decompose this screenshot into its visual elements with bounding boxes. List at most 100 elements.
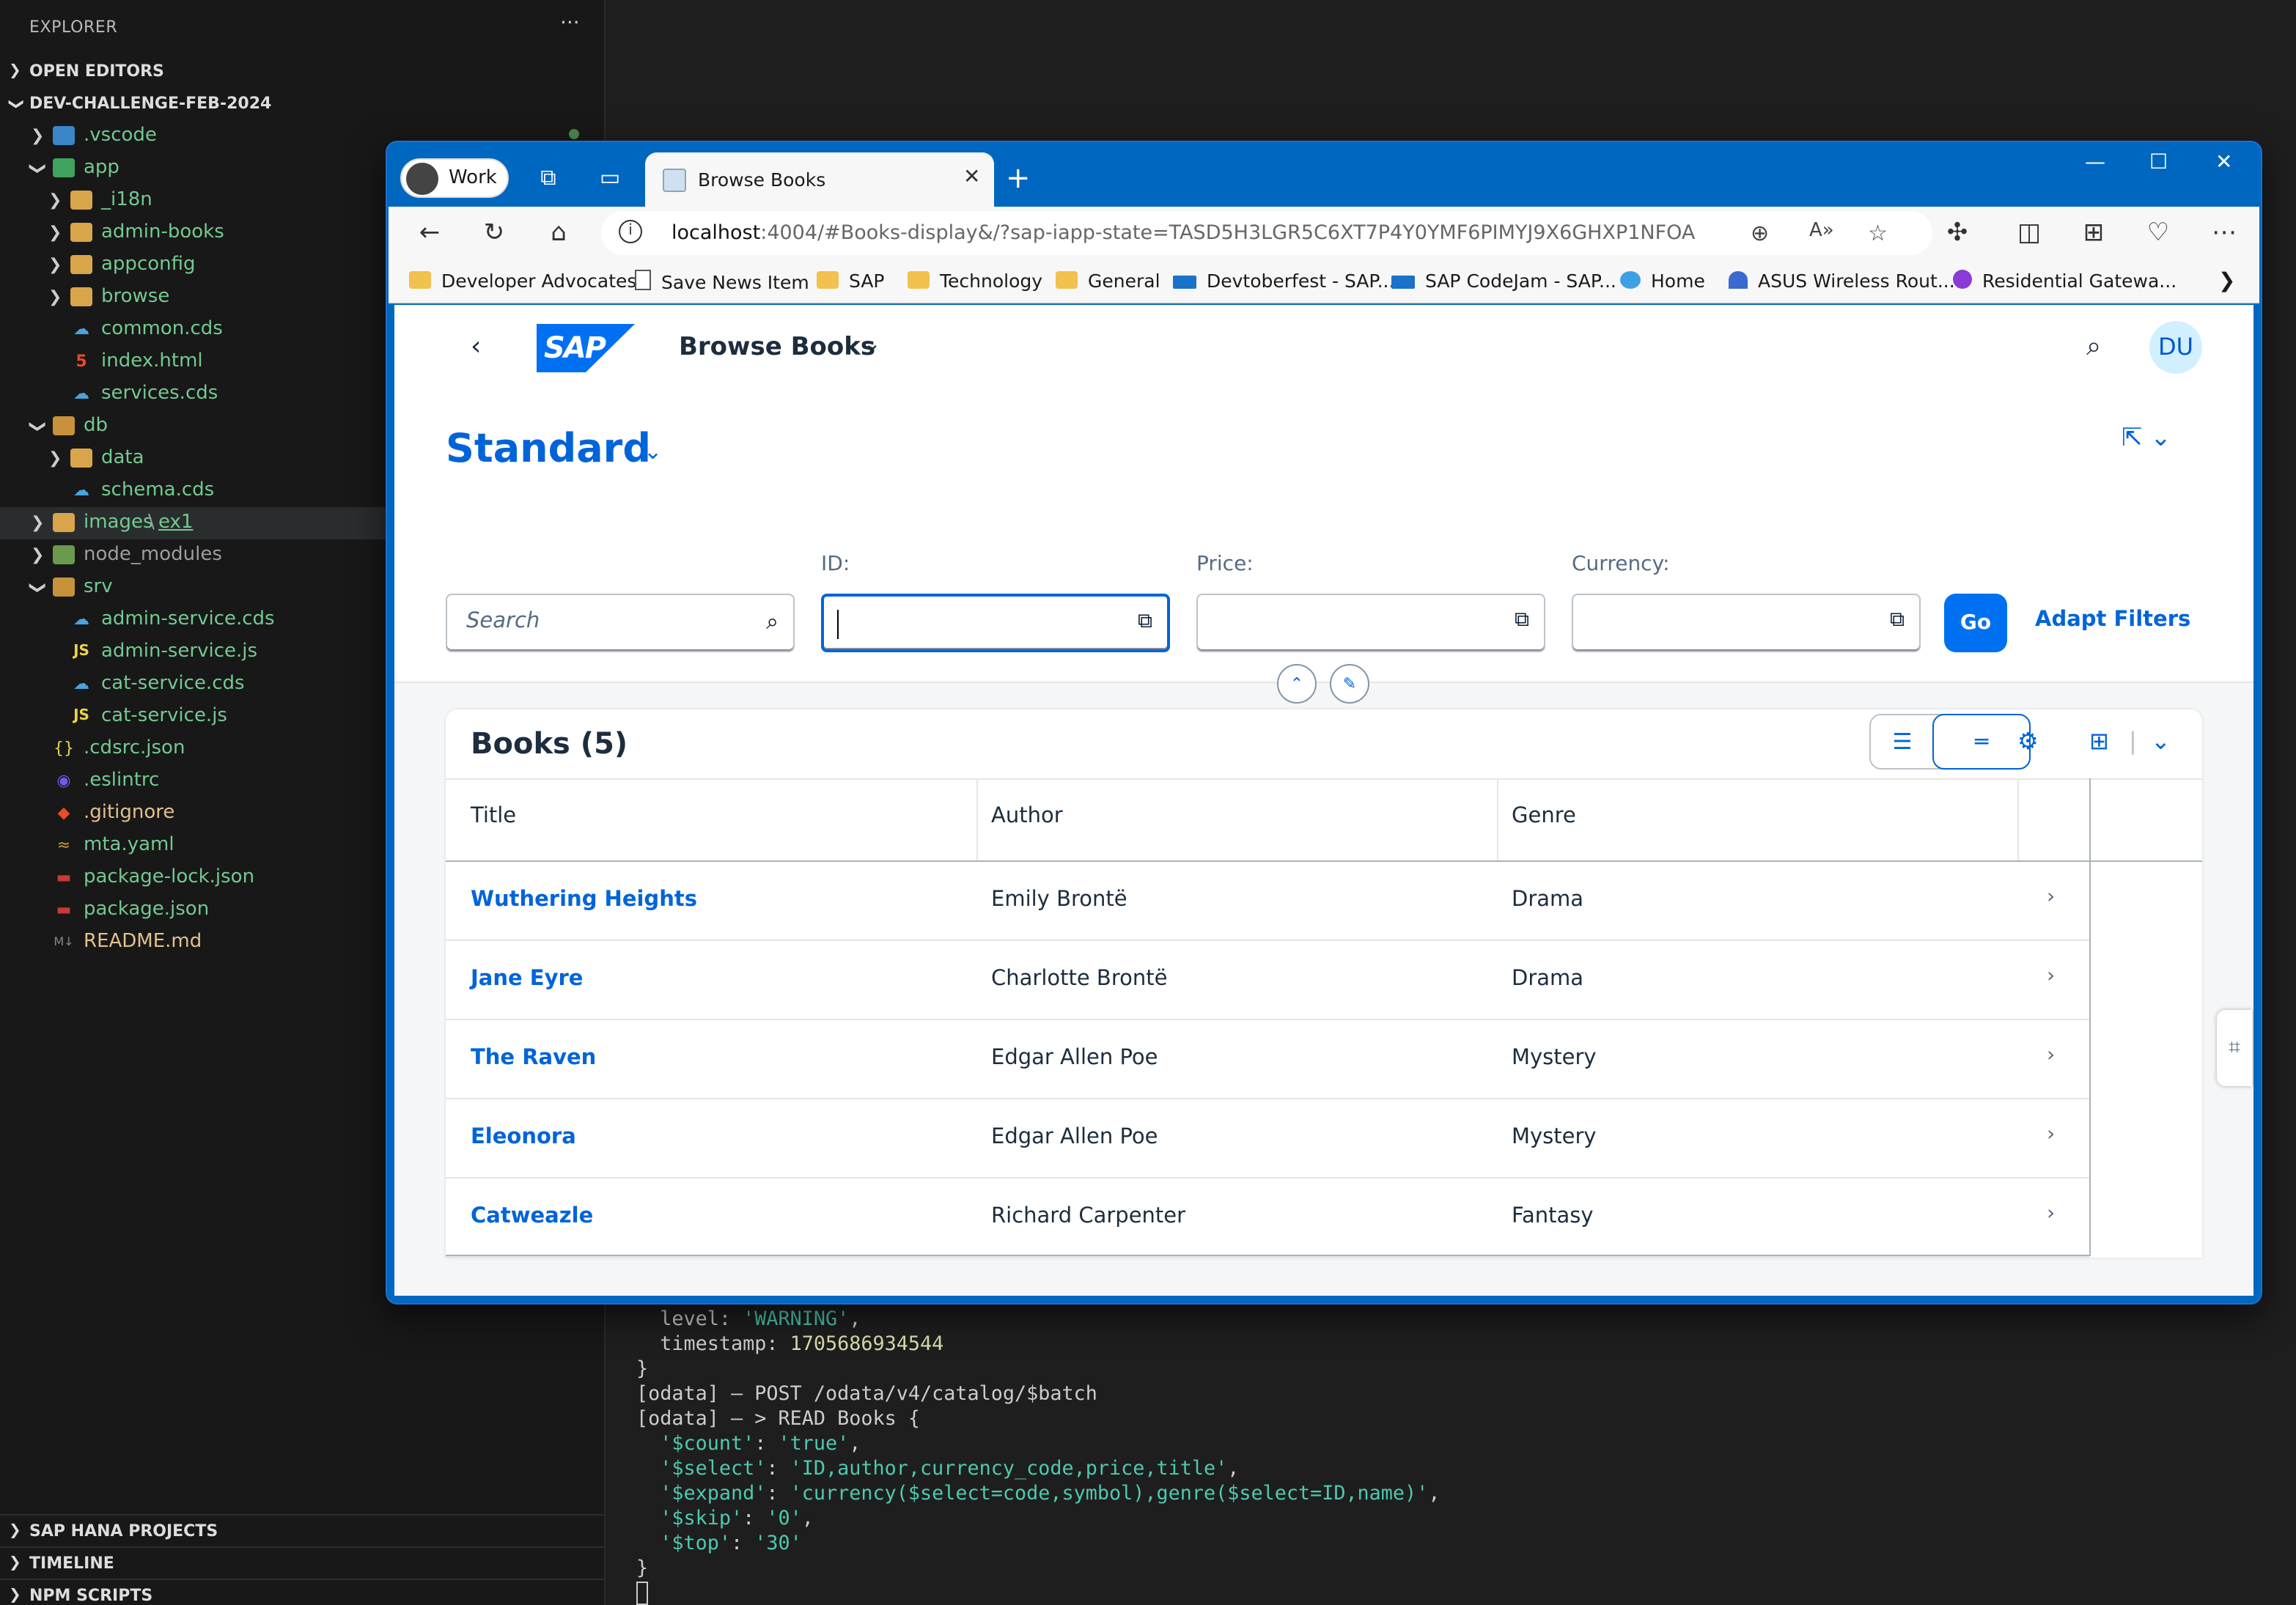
project-section[interactable]: ❯ DEV-CHALLENGE-FEB-2024 <box>0 88 606 120</box>
bookmark-developer-advocates[interactable]: Developer Advocates <box>409 270 636 292</box>
open-editors-section[interactable]: ❯ OPEN EDITORS <box>0 56 606 88</box>
book-title-link[interactable]: The Raven <box>471 1047 596 1070</box>
book-title-link[interactable]: Jane Eyre <box>471 967 583 991</box>
tree-item-label: common.cds <box>101 318 223 340</box>
back-icon[interactable]: ← <box>412 218 447 248</box>
timeline-section[interactable]: ❯ TIMELINE <box>0 1546 606 1579</box>
settings-gear-icon[interactable]: ⚙ <box>2017 727 2039 755</box>
column-header-author[interactable]: Author <box>966 778 1487 862</box>
new-tab-icon[interactable]: + <box>1006 160 1031 195</box>
table-row[interactable]: Eleonora Edgar Allen Poe Mystery › <box>446 1099 2089 1178</box>
book-title-link[interactable]: Catweazle <box>471 1205 593 1228</box>
navigation-arrow-icon[interactable]: › <box>2047 964 2055 988</box>
export-icon[interactable]: ⊞ <box>2089 727 2109 755</box>
npm-scripts-section[interactable]: ❯ NPM SCRIPTS <box>0 1579 606 1605</box>
bookmark-residential-gateway[interactable]: Residential Gatewa... <box>1953 270 2177 292</box>
value-help-icon[interactable]: ⧉ <box>1515 608 1529 632</box>
chevron-down-icon[interactable]: ⌄ <box>644 438 662 465</box>
bookmark-asus-wireless-router[interactable]: ASUS Wireless Rout... <box>1729 270 1955 292</box>
chevron-down-icon[interactable]: ⌄ <box>2151 727 2171 755</box>
tree-item-label: cat-service.js <box>101 705 227 727</box>
bookmark-save-news-item[interactable]: Save News Item <box>635 270 809 293</box>
bookmark-sap[interactable]: SAP <box>817 270 885 292</box>
value-help-icon[interactable]: ⧉ <box>1138 610 1152 633</box>
table-row[interactable]: Wuthering Heights Emily Brontë Drama › <box>446 862 2089 941</box>
tree-item-label: .vscode <box>84 125 157 147</box>
terminal-output[interactable]: level: 'WARNING', timestamp: 17056869345… <box>607 1299 2296 1605</box>
tree-item-label: admin-books <box>101 221 224 243</box>
tree-item-suffix[interactable]: ex1 <box>158 507 193 539</box>
vertical-tabs-icon[interactable]: ▭ <box>595 163 625 192</box>
navigation-arrow-icon[interactable]: › <box>2047 1202 2055 1225</box>
copilot-sidebar-handle-icon[interactable]: ⌗ <box>2217 1010 2252 1086</box>
search-icon[interactable]: ⌕ <box>766 608 779 635</box>
navigation-arrow-icon[interactable]: › <box>2047 1044 2055 1067</box>
chevron-right-icon: ❯ <box>9 63 21 79</box>
table-title: Books (5) <box>471 726 628 761</box>
table-row[interactable]: Catweazle Richard Carpenter Fantasy › <box>446 1178 2089 1258</box>
column-header-title[interactable]: Title <box>446 778 966 862</box>
terminal-line: '$expand': 'currency($select=code,symbol… <box>660 1483 1440 1505</box>
maximize-icon[interactable]: ☐ <box>2149 151 2168 174</box>
price-filter-input[interactable]: ⧉ <box>1196 594 1545 652</box>
profile-button[interactable]: Work <box>400 158 509 198</box>
settings-more-icon[interactable]: ⋯ <box>2207 218 2242 248</box>
close-window-icon[interactable]: ✕ <box>2215 151 2232 174</box>
section-label: SAP HANA PROJECTS <box>29 1521 218 1541</box>
bookmark-sap-codejam[interactable]: SAP CodeJam - SAP... <box>1391 270 1616 292</box>
info-icon[interactable]: i <box>619 220 642 243</box>
tree-item-label: app <box>84 157 119 179</box>
collapse-rows-icon[interactable]: ═ <box>1932 714 2031 770</box>
more-actions-icon[interactable]: ··· <box>560 12 580 35</box>
pin-header-icon[interactable]: ✎ <box>1330 664 1369 704</box>
bookmark-technology[interactable]: Technology <box>908 270 1042 292</box>
column-header-genre[interactable]: Genre <box>1487 778 2007 862</box>
id-filter-input[interactable]: ⧉ <box>821 594 1170 652</box>
refresh-icon[interactable]: ↻ <box>477 218 512 248</box>
expand-rows-icon[interactable]: ☰ <box>1871 715 1934 768</box>
bookmark-general[interactable]: General <box>1056 270 1160 292</box>
back-icon[interactable]: ‹ <box>471 331 481 362</box>
tree-item-label: admin-service.cds <box>101 608 275 630</box>
user-avatar[interactable]: DU <box>2149 321 2202 374</box>
chevron-down-icon[interactable]: ⌄ <box>864 333 880 356</box>
address-bar[interactable]: i localhost:4004/#Books-display&/?sap-ia… <box>601 211 1932 255</box>
variant-title[interactable]: Standard <box>446 427 651 472</box>
close-tab-icon[interactable]: ✕ <box>963 166 980 189</box>
read-aloud-icon[interactable]: A» <box>1809 220 1834 242</box>
home-icon[interactable]: ⌂ <box>541 218 576 248</box>
tab-browse-books[interactable]: Browse Books ✕ <box>645 152 994 207</box>
sap-logo[interactable]: SAP <box>537 324 635 372</box>
currency-filter-input[interactable]: ⧉ <box>1572 594 1921 652</box>
favorite-star-icon[interactable]: ☆ <box>1868 220 1888 246</box>
app-title[interactable]: Browse Books <box>679 333 875 362</box>
more-bookmarks-icon[interactable]: ❯ <box>2218 270 2235 293</box>
adapt-filters-button[interactable]: Adapt Filters <box>2035 608 2190 632</box>
search-icon[interactable]: ⌕ <box>2086 331 2101 362</box>
chevron-down-icon: ❯ <box>29 161 48 176</box>
navigation-arrow-icon[interactable]: › <box>2047 1123 2055 1146</box>
value-help-icon[interactable]: ⧉ <box>1890 608 1905 632</box>
density-toggle[interactable]: ☰ ═ <box>1869 714 2031 770</box>
minimize-icon[interactable]: — <box>2085 151 2105 174</box>
table-row[interactable]: The Raven Edgar Allen Poe Mystery › <box>446 1020 2089 1099</box>
tree-item-label: srv <box>84 576 113 598</box>
collections-icon[interactable]: ⊞ <box>2076 218 2111 248</box>
go-button[interactable]: Go <box>1944 594 2007 652</box>
navigation-arrow-icon[interactable]: › <box>2047 885 2055 909</box>
bookmark-devtoberfest[interactable]: Devtoberfest - SAP... <box>1173 270 1394 292</box>
book-title-link[interactable]: Eleonora <box>471 1126 576 1149</box>
zoom-icon[interactable]: ⊕ <box>1751 220 1769 246</box>
collapse-header-icon[interactable]: ⌃ <box>1277 664 1317 704</box>
bookmark-home[interactable]: Home <box>1620 270 1705 292</box>
genre-cell: Mystery <box>1512 1047 1597 1070</box>
split-screen-icon[interactable]: ◫ <box>2012 218 2047 248</box>
book-title-link[interactable]: Wuthering Heights <box>471 888 697 912</box>
search-input[interactable]: Search ⌕ <box>446 594 795 652</box>
table-row[interactable]: Jane Eyre Charlotte Brontë Drama › <box>446 941 2089 1020</box>
share-icon[interactable]: ⇱ ⌄ <box>2122 424 2171 453</box>
sap-hana-projects-section[interactable]: ❯ SAP HANA PROJECTS <box>0 1514 606 1546</box>
workspaces-icon[interactable]: ⧉ <box>534 163 563 192</box>
extensions-icon[interactable]: ✣ <box>1940 218 1975 248</box>
health-icon[interactable]: ♡ <box>2141 218 2176 248</box>
